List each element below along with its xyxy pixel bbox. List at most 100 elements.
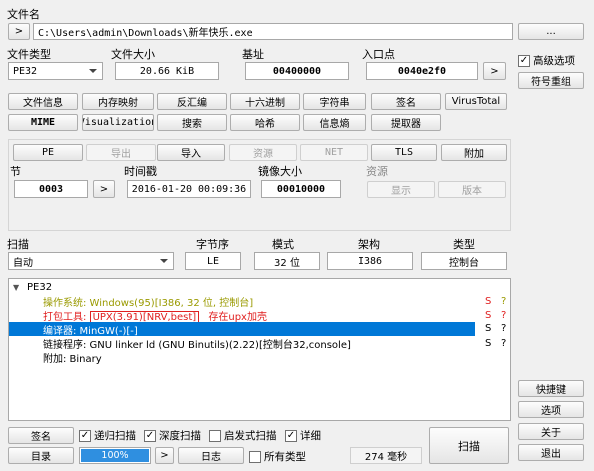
type-field: 控制台	[421, 252, 507, 270]
all-types-label: 所有类型	[264, 451, 306, 463]
signature-link[interactable]: S	[485, 338, 491, 349]
resource-button[interactable]: 资源	[229, 144, 297, 161]
next-button[interactable]: >	[155, 447, 174, 464]
entry-point-field: 0040e2f0	[366, 62, 478, 80]
sections-button[interactable]: >	[93, 180, 115, 198]
signature-link[interactable]: S	[485, 323, 491, 334]
tree-row-overlay[interactable]: 附加: Binary	[9, 350, 510, 365]
empty-checkbox-icon	[209, 429, 221, 442]
heuristic-scan-checkbox[interactable]: 启发式扫描	[209, 428, 277, 443]
linker-result: 链接程序: GNU linker ld (GNU Binutils)(2.22)…	[43, 339, 351, 351]
signatures-button[interactable]: 签名	[371, 93, 441, 110]
sections-label: 节	[10, 165, 21, 178]
entry-point-label: 入口点	[362, 48, 395, 61]
deep-scan-checkbox[interactable]: ✓ 深度扫描	[144, 428, 201, 443]
type-label: 类型	[453, 238, 475, 251]
entry-point-button[interactable]: >	[483, 62, 506, 80]
about-button[interactable]: 关于	[518, 423, 584, 440]
memory-map-button[interactable]: 内存映射	[82, 93, 154, 110]
file-more-button[interactable]: ...	[518, 23, 584, 40]
scan-button[interactable]: 扫描	[429, 427, 509, 464]
expand-triangle-icon[interactable]: ▼	[13, 283, 19, 292]
strings-button[interactable]: 字符串	[303, 93, 366, 110]
file-type-select[interactable]: PE32	[8, 62, 103, 80]
empty-checkbox-icon	[249, 450, 261, 463]
tree-root[interactable]: ▼ PE32	[9, 280, 510, 294]
recursive-scan-checkbox[interactable]: ✓ 递归扫描	[79, 428, 136, 443]
hex-button[interactable]: 十六进制	[230, 93, 300, 110]
scan-progress-bar: 100%	[79, 447, 151, 464]
import-button[interactable]: 导入	[157, 144, 225, 161]
log-button[interactable]: 日志	[178, 447, 244, 464]
file-info-button[interactable]: 文件信息	[8, 93, 78, 110]
shortcuts-button[interactable]: 快捷键	[518, 380, 584, 397]
net-button[interactable]: NET	[300, 144, 368, 161]
timestamp-field: 2016-01-20 00:09:36	[127, 180, 251, 198]
overlay-result: 附加: Binary	[43, 353, 102, 365]
scan-results-tree[interactable]: ▼ PE32 操作系统: Windows(95)[I386, 32 位, 控制台…	[8, 278, 511, 421]
version-button[interactable]: 版本	[438, 181, 506, 198]
arch-label: 架构	[358, 238, 380, 251]
directory-button[interactable]: 目录	[8, 447, 74, 464]
extractor-button[interactable]: 提取器	[371, 114, 441, 131]
overlay-button[interactable]: 附加	[441, 144, 507, 161]
mode-label: 模式	[272, 238, 294, 251]
tree-row-linker[interactable]: 链接程序: GNU linker ld (GNU Binutils)(2.22)…	[9, 336, 510, 351]
info-link[interactable]: ?	[501, 296, 506, 307]
deep-scan-label: 深度扫描	[159, 430, 201, 442]
disassembly-button[interactable]: 反汇编	[157, 93, 227, 110]
visualization-button[interactable]: Visualization	[82, 114, 154, 131]
mime-button[interactable]: MIME	[8, 114, 78, 131]
tree-row-compiler[interactable]: 编译器: MinGW(-)[-]	[9, 322, 475, 337]
info-link[interactable]: ?	[501, 338, 506, 349]
scan-label: 扫描	[7, 238, 29, 251]
show-resources-button[interactable]: 显示	[367, 181, 435, 198]
image-size-label: 镜像大小	[258, 165, 302, 178]
tree-row-packer[interactable]: 打包工具: UPX(3.91)[NRV,best] 存在upx加壳 S ?	[9, 308, 510, 324]
compiler-result: 编译器: MinGW(-)[-]	[43, 325, 138, 337]
mode-field: 32 位	[254, 252, 320, 270]
packer-result: 打包工具: UPX(3.91)[NRV,best] 存在upx加壳	[43, 308, 267, 324]
os-result: 操作系统: Windows(95)[I386, 32 位, 控制台]	[43, 297, 254, 309]
recursive-scan-label: 递归扫描	[94, 430, 136, 442]
chevron-down-icon	[89, 69, 97, 73]
virustotal-button[interactable]: VirusTotal	[445, 93, 507, 110]
hash-button[interactable]: 哈希	[230, 114, 300, 131]
chevron-down-icon	[160, 259, 168, 263]
search-button[interactable]: 搜索	[157, 114, 227, 131]
pe-button[interactable]: PE	[13, 144, 83, 161]
file-name-label: 文件名	[7, 8, 40, 21]
checkmark-icon: ✓	[285, 429, 297, 442]
info-link[interactable]: ?	[501, 323, 506, 334]
checkmark-icon: ✓	[518, 54, 530, 67]
verbose-checkbox[interactable]: ✓ 详细	[285, 428, 321, 443]
options-button[interactable]: 选项	[518, 401, 584, 418]
file-size-field: 20.66 KiB	[115, 62, 219, 80]
tree-root-label: PE32	[27, 281, 53, 293]
timestamp-label: 时间戳	[124, 165, 157, 178]
arch-field: I386	[327, 252, 413, 270]
signature-link[interactable]: S	[485, 310, 491, 321]
heuristic-scan-label: 启发式扫描	[224, 430, 277, 442]
entropy-button[interactable]: 信息熵	[303, 114, 366, 131]
file-type-value: PE32	[13, 65, 38, 77]
file-path-input[interactable]: C:\Users\admin\Downloads\新年快乐.exe	[33, 23, 513, 40]
packer-note: 存在upx加壳	[208, 311, 267, 323]
signatures-bottom-button[interactable]: 签名	[8, 427, 74, 444]
scan-time-field: 274 毫秒	[350, 447, 422, 464]
browse-button[interactable]: >	[8, 23, 30, 40]
signature-link[interactable]: S	[485, 296, 491, 307]
tree-row-os[interactable]: 操作系统: Windows(95)[I386, 32 位, 控制台] S ?	[9, 294, 510, 309]
advanced-options-checkbox[interactable]: ✓ 高级选项	[518, 53, 575, 68]
tls-button[interactable]: TLS	[371, 144, 437, 161]
info-link[interactable]: ?	[501, 310, 506, 321]
base-address-field: 00400000	[245, 62, 349, 80]
scan-type-value: 自动	[13, 257, 33, 269]
progress-text: 100%	[101, 450, 129, 461]
scan-type-select[interactable]: 自动	[8, 252, 174, 270]
exit-button[interactable]: 退出	[518, 444, 584, 461]
all-types-checkbox[interactable]: 所有类型	[249, 449, 306, 464]
export-button[interactable]: 导出	[86, 144, 156, 161]
symbol-demangle-button[interactable]: 符号重组	[518, 72, 584, 89]
checkmark-icon: ✓	[144, 429, 156, 442]
